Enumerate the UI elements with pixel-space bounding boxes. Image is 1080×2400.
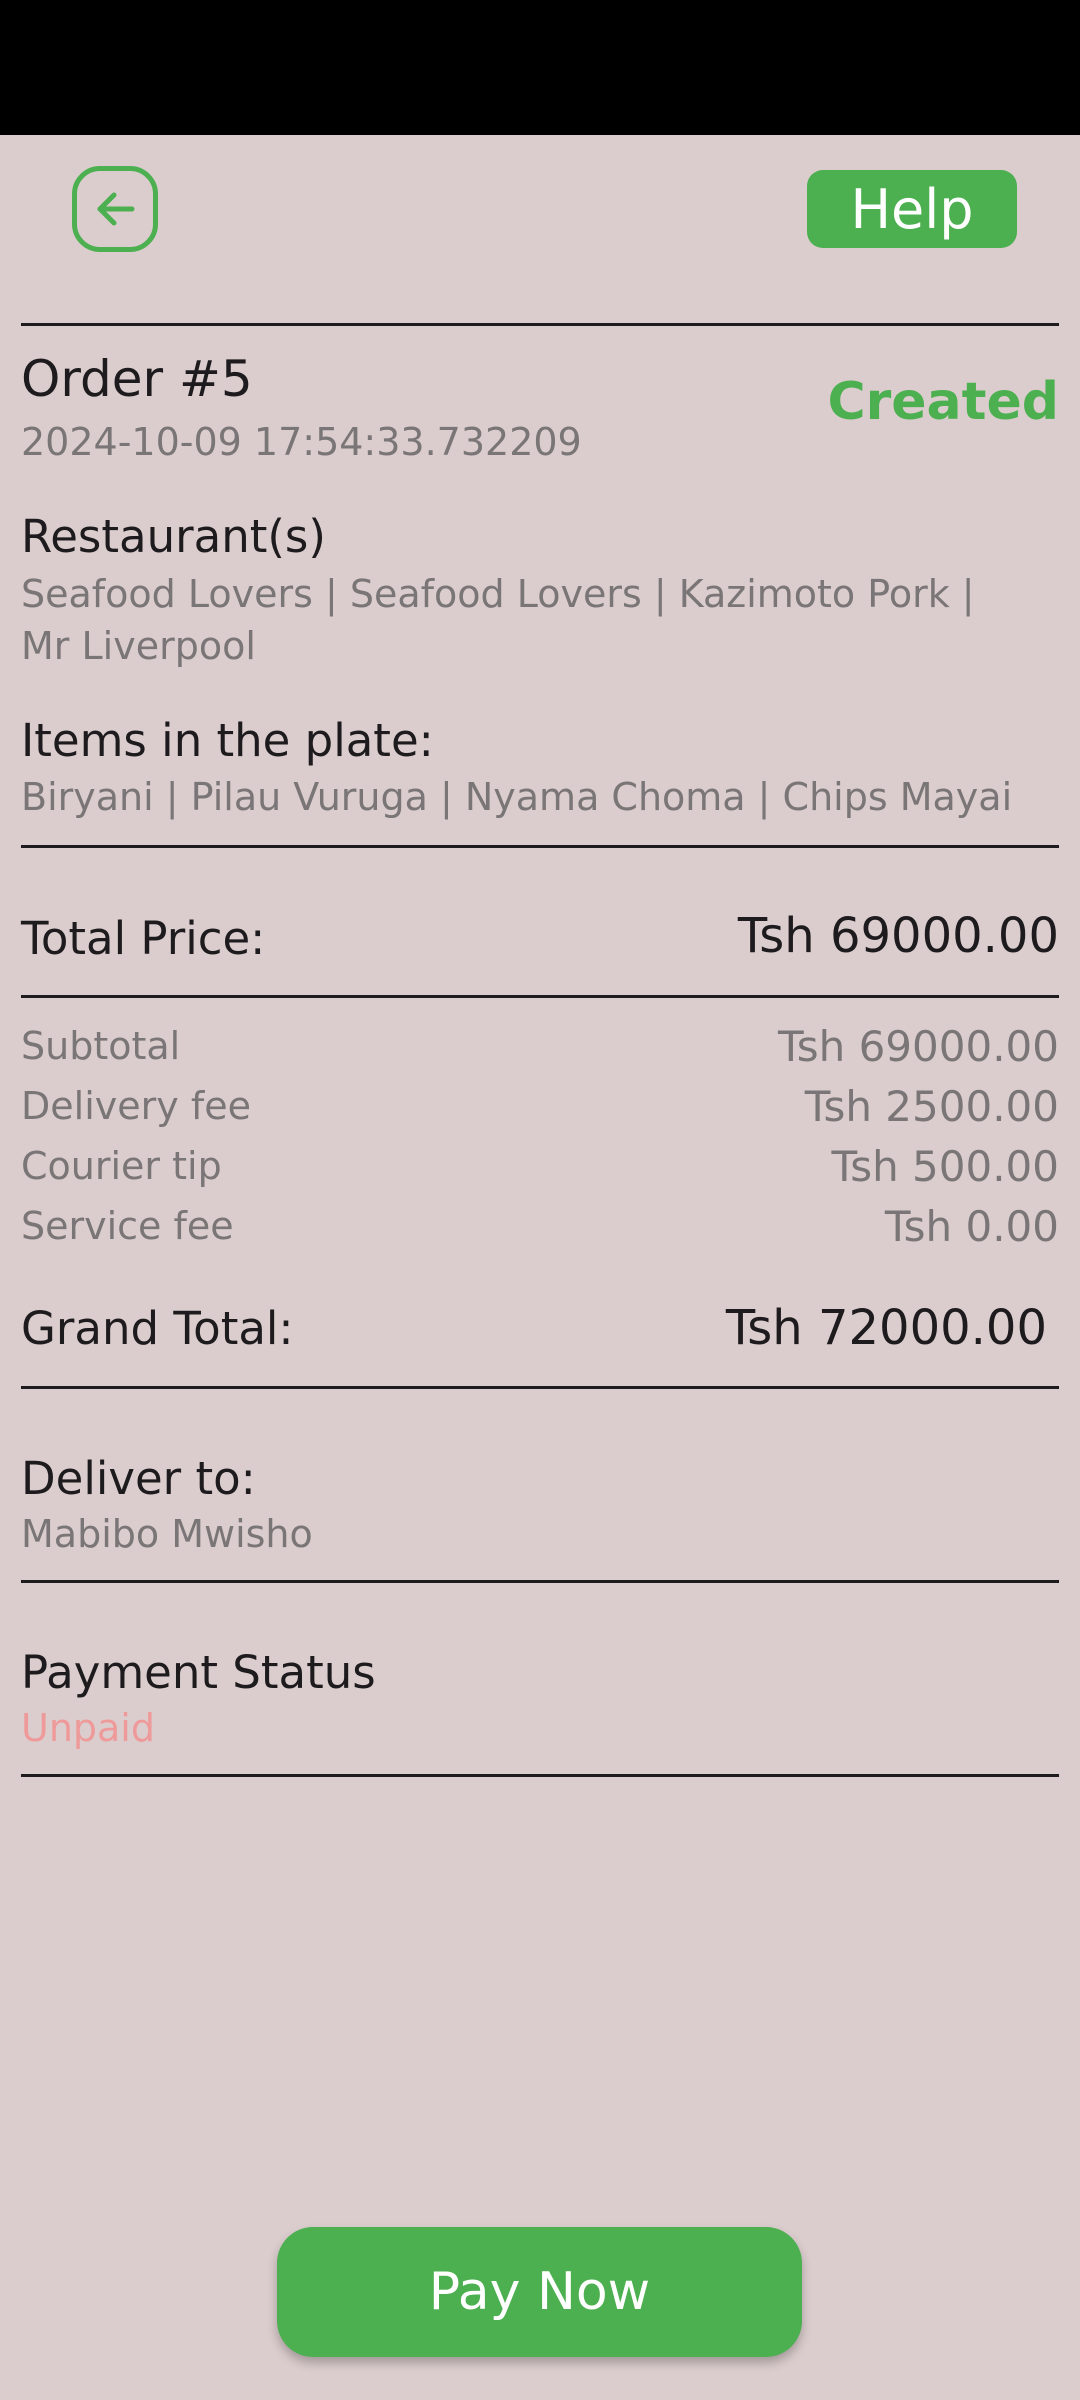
pay-now-button[interactable]: Pay Now: [277, 2227, 802, 2357]
divider: [21, 1774, 1059, 1777]
back-button[interactable]: [72, 166, 158, 252]
restaurants-label: Restaurant(s): [21, 510, 326, 563]
service-fee-value: Tsh 0.00: [884, 1202, 1059, 1251]
delivery-fee-label: Delivery fee: [21, 1084, 251, 1128]
service-fee-label: Service fee: [21, 1204, 234, 1248]
grand-total-label: Grand Total:: [21, 1302, 294, 1355]
help-button[interactable]: Help: [807, 170, 1017, 248]
order-title: Order #5: [21, 350, 253, 408]
status-bar: [0, 0, 1080, 135]
courier-tip-value: Tsh 500.00: [831, 1142, 1059, 1191]
divider: [21, 1386, 1059, 1389]
subtotal-value: Tsh 69000.00: [778, 1022, 1059, 1071]
deliver-to-label: Deliver to:: [21, 1452, 256, 1505]
restaurants-value: Seafood Lovers | Seafood Lovers | Kazimo…: [21, 572, 975, 668]
items-value: Biryani | Pilau Vuruga | Nyama Choma | C…: [21, 775, 1013, 819]
payment-status-label: Payment Status: [21, 1646, 376, 1699]
order-status-badge: Created: [827, 372, 1059, 432]
deliver-to-value: Mabibo Mwisho: [21, 1512, 313, 1556]
items-label: Items in the plate:: [21, 714, 434, 767]
divider: [21, 1580, 1059, 1583]
subtotal-label: Subtotal: [21, 1024, 181, 1068]
total-price-value: Tsh 69000.00: [737, 908, 1059, 964]
divider: [21, 323, 1059, 326]
divider: [21, 995, 1059, 998]
payment-status-value: Unpaid: [21, 1706, 155, 1750]
total-price-label: Total Price:: [21, 912, 266, 965]
delivery-fee-value: Tsh 2500.00: [804, 1082, 1059, 1131]
courier-tip-label: Courier tip: [21, 1144, 222, 1188]
order-timestamp: 2024-10-09 17:54:33.732209: [21, 420, 582, 464]
grand-total-value: Tsh 72000.00: [725, 1300, 1047, 1356]
arrow-left-icon: [97, 192, 135, 226]
divider: [21, 845, 1059, 848]
